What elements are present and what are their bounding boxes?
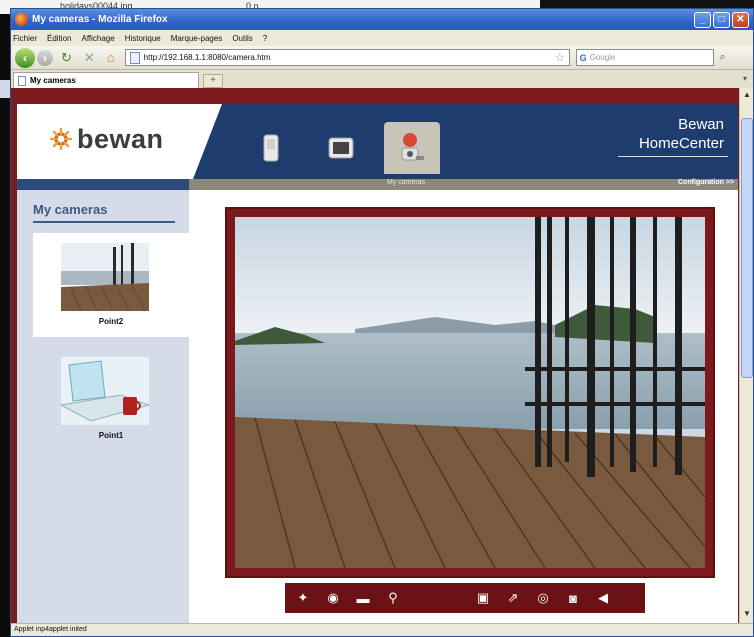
magic-wand-icon[interactable]: ✦: [291, 586, 315, 610]
camera-label-point1: Point1: [98, 431, 124, 440]
camera-thumbnail-point1: [61, 357, 149, 425]
nav-my-cameras[interactable]: [384, 122, 440, 174]
phone-device-icon: [263, 134, 279, 162]
firefox-icon: [15, 13, 28, 26]
new-tab-button[interactable]: +: [203, 74, 223, 88]
home-icon[interactable]: ⌂: [107, 50, 115, 65]
search-placeholder: Google: [589, 53, 616, 62]
user-video-icon[interactable]: ▣: [471, 586, 495, 610]
tab-page-icon: [18, 75, 26, 86]
mute-icon[interactable]: ◀: [591, 586, 615, 610]
stop-icon[interactable]: ✕: [84, 50, 95, 66]
camera-person-icon: [401, 133, 424, 161]
nav-device-tablet[interactable]: [313, 122, 369, 174]
header-underline: [618, 156, 728, 157]
scroll-down-icon[interactable]: ▼: [741, 609, 753, 623]
configuration-link[interactable]: Configuration >>: [678, 179, 734, 186]
menu-outils[interactable]: Outils: [232, 34, 252, 43]
reload-icon[interactable]: ↻: [61, 50, 72, 66]
menu-fichier[interactable]: Fichier: [13, 34, 37, 43]
tablet-device-icon: [328, 137, 354, 159]
record-icon[interactable]: ◎: [531, 586, 555, 610]
page-icon: [129, 51, 140, 64]
sidebar-title-underline: [33, 221, 175, 223]
back-button[interactable]: ‹: [15, 47, 35, 68]
navigation-toolbar: ‹ › ↻ ✕ ⌂ http://192.168.1.1:8080/camera…: [11, 46, 753, 70]
menu-bar: Fichier Édition Affichage Historique Mar…: [11, 30, 753, 46]
camera-controls-toolbar: ✦ ◉ ▬ ⚲ ▣ ⇗ ◎ ◙ ◀: [285, 583, 645, 613]
page-header: bewan Bewan HomeCenter: [17, 104, 738, 179]
sub-nav-my-cameras[interactable]: My cameras: [387, 179, 425, 186]
page-scrollbar[interactable]: ▲ ▼: [739, 88, 753, 625]
folder-icon[interactable]: ▬: [351, 586, 375, 610]
export-icon[interactable]: ⇗: [501, 586, 525, 610]
snapshot-icon[interactable]: ◙: [561, 586, 585, 610]
cameras-sidebar: My cameras Point2 Point1: [17, 190, 189, 625]
restore-button[interactable]: □: [713, 11, 730, 28]
firefox-window: My cameras - Mozilla Firefox _ □ ✕ Fichi…: [10, 8, 754, 637]
menu-marque-pages[interactable]: Marque-pages: [171, 34, 223, 43]
tab-bar: My cameras + ▾: [11, 70, 753, 88]
search-magnifier-icon[interactable]: ⌕: [720, 51, 726, 64]
logo-text: bewan: [77, 124, 164, 154]
sub-nav-strip-left: [17, 179, 189, 190]
minimize-button[interactable]: _: [694, 11, 711, 28]
window-title: My cameras - Mozilla Firefox: [32, 14, 168, 25]
zoom-video-icon[interactable]: ◉: [321, 586, 345, 610]
menu-historique[interactable]: Historique: [125, 34, 161, 43]
camera-item-point2[interactable]: Point2: [33, 233, 189, 337]
scroll-up-icon[interactable]: ▲: [741, 90, 753, 104]
nav-device-phone[interactable]: [243, 122, 299, 174]
camera-label-point2: Point2: [98, 317, 124, 326]
page-content: bewan Bewan HomeCenter My cameras Config…: [11, 88, 753, 625]
header-brand-line2: HomeCenter: [638, 135, 724, 152]
url-text: http://192.168.1.1:8080/camera.htm: [143, 53, 271, 62]
google-icon: G: [579, 52, 587, 63]
camera-item-point1[interactable]: Point1: [33, 347, 189, 451]
search-box[interactable]: G Google: [575, 49, 714, 66]
forward-button[interactable]: ›: [37, 49, 53, 66]
camera-feed-image: [235, 217, 705, 568]
menu-help[interactable]: ?: [263, 34, 267, 43]
bewan-logo-icon: [50, 128, 72, 150]
motion-person-icon[interactable]: ⚲: [381, 586, 405, 610]
tab-label: My cameras: [30, 76, 76, 85]
sidebar-title: My cameras: [33, 202, 108, 217]
camera-viewer-frame: [225, 207, 715, 578]
status-bar: Applet inp4applet inited: [11, 623, 753, 636]
scroll-thumb[interactable]: [741, 118, 753, 378]
header-brand-line1: Bewan: [678, 116, 724, 133]
logo-area: bewan: [17, 104, 222, 179]
address-bar[interactable]: http://192.168.1.1:8080/camera.htm ☆: [124, 49, 570, 66]
bookmark-star-icon[interactable]: ☆: [555, 51, 565, 64]
camera-thumbnail-point2: [61, 243, 149, 311]
tab-my-cameras[interactable]: My cameras: [13, 72, 199, 88]
tab-list-button[interactable]: ▾: [737, 74, 753, 88]
menu-affichage[interactable]: Affichage: [81, 34, 114, 43]
camera-live-view[interactable]: [235, 217, 705, 568]
close-button[interactable]: ✕: [732, 11, 749, 28]
bewan-page: bewan Bewan HomeCenter My cameras Config…: [17, 104, 738, 625]
menu-edition[interactable]: Édition: [47, 34, 71, 43]
title-bar: My cameras - Mozilla Firefox _ □ ✕: [11, 9, 753, 30]
